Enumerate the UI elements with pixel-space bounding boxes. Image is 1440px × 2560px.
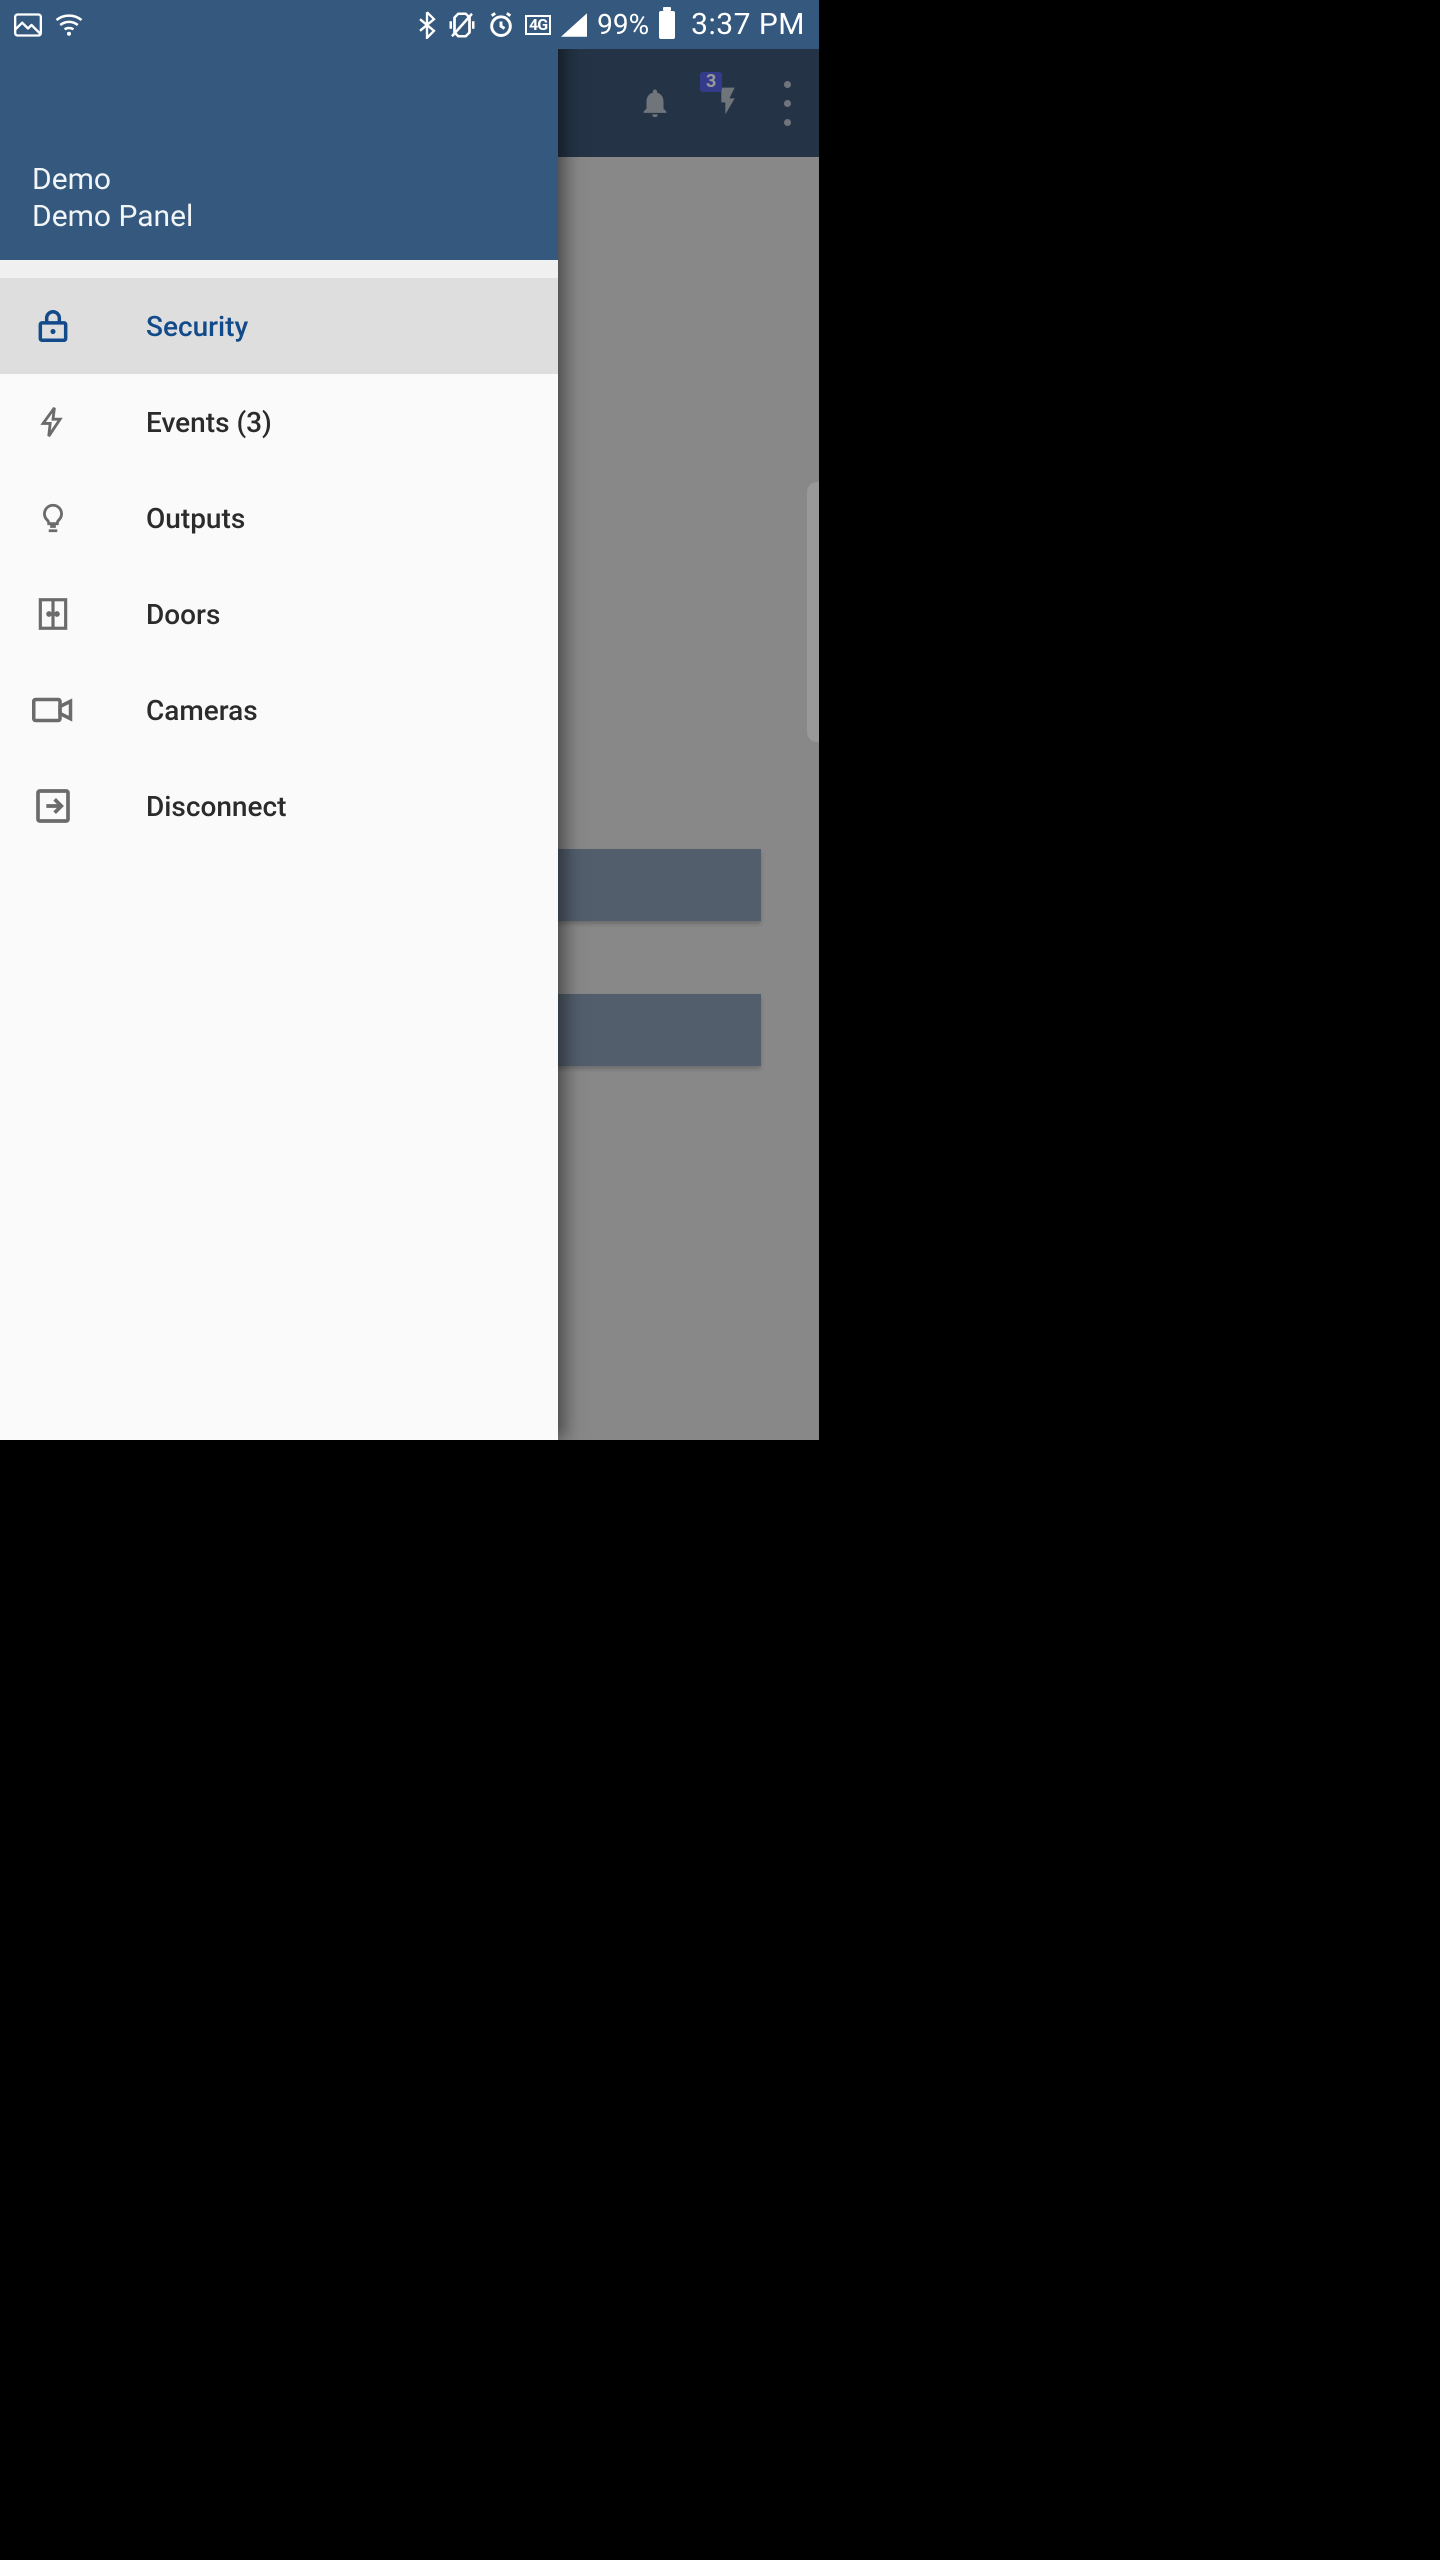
wifi-icon (54, 13, 84, 37)
drawer-header: Demo Demo Panel (0, 49, 558, 260)
exit-icon (32, 786, 74, 826)
nav-item-label: Disconnect (146, 790, 286, 823)
account-name: Demo (32, 162, 526, 197)
nav-item-label: Security (146, 310, 248, 343)
nav-item-label: Cameras (146, 694, 258, 727)
android-status-bar: 4G 99% 3:37 PM (0, 0, 819, 49)
bluetooth-icon (417, 11, 437, 39)
nav-item-label: Outputs (146, 502, 245, 535)
network-type-label: 4G (525, 15, 551, 35)
nav-item-doors[interactable]: Doors (0, 566, 558, 662)
nav-item-outputs[interactable]: Outputs (0, 470, 558, 566)
door-icon (32, 593, 74, 635)
vibrate-silent-icon (447, 11, 477, 39)
nav-item-disconnect[interactable]: Disconnect (0, 758, 558, 854)
nav-item-label: Doors (146, 598, 220, 631)
nav-item-cameras[interactable]: Cameras (0, 662, 558, 758)
lock-icon (32, 306, 74, 346)
screen-root: 3 Demo Demo Panel (0, 0, 819, 1440)
bulb-icon (32, 497, 74, 539)
nav-item-label: Events (3) (146, 406, 272, 439)
battery-percentage: 99% (597, 8, 649, 41)
navigation-drawer: Demo Demo Panel Security Events (3) (0, 0, 558, 1440)
panel-name: Demo Panel (32, 199, 526, 234)
status-clock: 3:37 PM (691, 7, 805, 42)
alarm-icon (487, 11, 515, 39)
camera-icon (32, 694, 74, 726)
bolt-outline-icon (32, 402, 74, 442)
cellular-signal-icon (561, 13, 587, 37)
battery-icon (659, 11, 675, 39)
nav-item-events[interactable]: Events (3) (0, 374, 558, 470)
nav-item-security[interactable]: Security (0, 278, 558, 374)
drawer-list: Security Events (3) Outputs Doors (0, 278, 558, 1440)
picture-icon (14, 13, 42, 37)
